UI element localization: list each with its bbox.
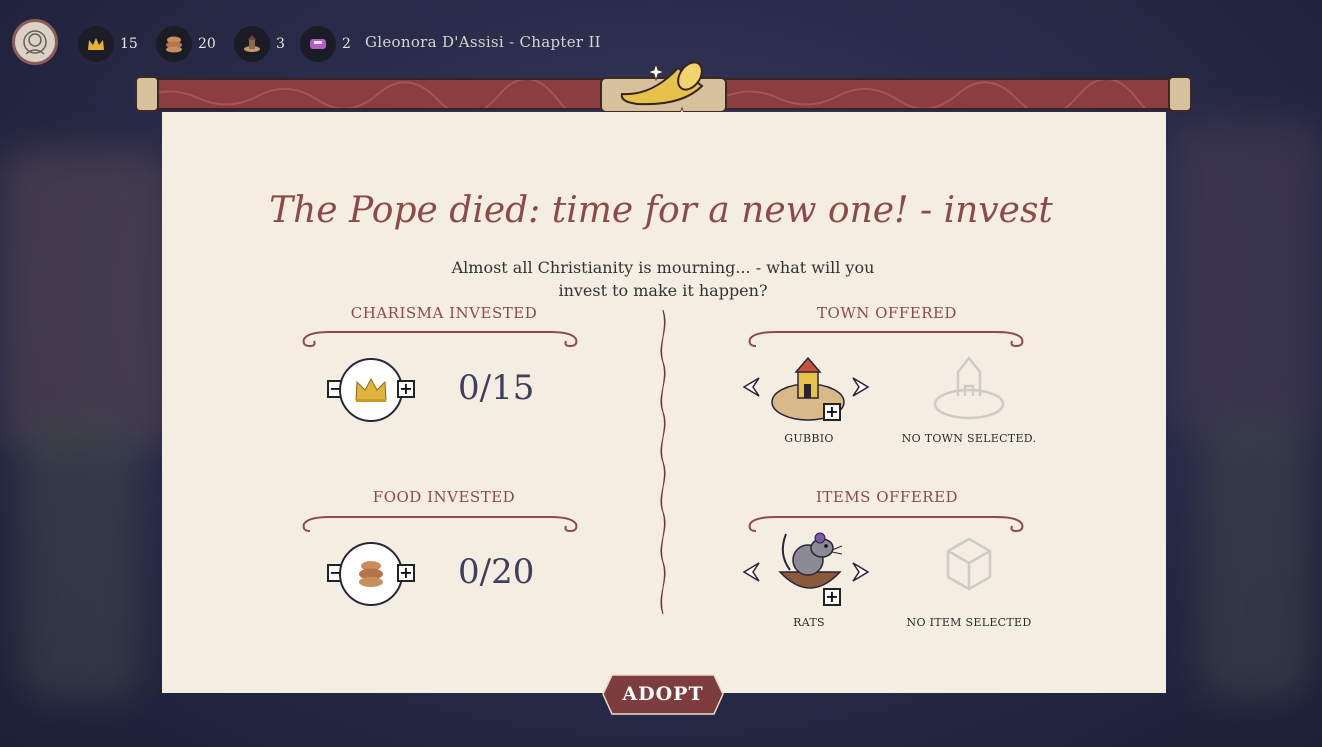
item-icon — [300, 26, 336, 62]
center-divider — [660, 310, 666, 614]
item-current-label: RATS — [793, 616, 825, 629]
town-current-label: GUBBIO — [784, 432, 834, 445]
item-previous-arrow[interactable] — [741, 561, 761, 583]
town-add-button[interactable]: + — [823, 403, 841, 421]
adopt-label: ADOPT — [622, 683, 704, 705]
item-add-button[interactable]: + — [823, 588, 841, 606]
item-selected-label: NO ITEM SELECTED — [906, 616, 1032, 629]
charisma-heading: CHARISMA INVESTED — [350, 304, 538, 322]
food-count: 20 — [198, 36, 216, 52]
character-portrait[interactable] — [12, 19, 58, 65]
town-next-arrow[interactable] — [851, 376, 871, 398]
event-title: The Pope died: time for a new one! - inv… — [269, 190, 1053, 231]
resource-items: 2 — [300, 25, 351, 63]
flourish-divider — [302, 516, 578, 533]
food-increase-button[interactable]: + — [397, 564, 415, 582]
bread-icon — [156, 26, 192, 62]
resource-towns: 3 — [234, 25, 285, 63]
charisma-count: 15 — [120, 36, 138, 52]
town-heading: TOWN OFFERED — [817, 304, 957, 322]
food-coin — [339, 542, 403, 606]
food-amount: 0/20 — [458, 552, 535, 592]
background-shape — [20, 420, 140, 700]
bread-icon — [359, 561, 383, 587]
charisma-increase-button[interactable]: + — [397, 380, 415, 398]
charisma-coin — [339, 358, 403, 422]
rod-cap-left — [135, 76, 159, 112]
items-heading: ITEMS OFFERED — [815, 488, 959, 506]
charisma-amount: 0/15 — [458, 368, 535, 408]
resource-charisma: 15 — [78, 25, 138, 63]
saint-portrait-icon — [23, 30, 47, 55]
event-description: Almost all Christianity is mourning... -… — [451, 258, 875, 300]
chapter-title: Gleonora D'Assisi - Chapter II — [365, 33, 601, 51]
flourish-divider — [748, 331, 1024, 348]
town-icon — [234, 26, 270, 62]
adopt-button[interactable]: ADOPT — [602, 674, 724, 715]
empty-town-icon — [933, 355, 1005, 420]
town-count: 3 — [276, 36, 285, 52]
resource-food: 20 — [156, 25, 216, 63]
flourish-divider — [302, 331, 578, 348]
town-selected-label: NO TOWN SELECTED. — [901, 432, 1037, 445]
background-shape — [1170, 120, 1322, 440]
item-count: 2 — [342, 36, 351, 52]
food-heading: FOOD INVESTED — [372, 488, 516, 506]
rod-cap-right — [1168, 76, 1192, 112]
item-next-arrow[interactable] — [851, 561, 871, 583]
town-previous-arrow[interactable] — [741, 376, 761, 398]
crown-icon — [78, 26, 114, 62]
crown-icon — [355, 377, 387, 402]
empty-item-box-icon — [946, 537, 992, 591]
background-shape — [1200, 420, 1310, 700]
